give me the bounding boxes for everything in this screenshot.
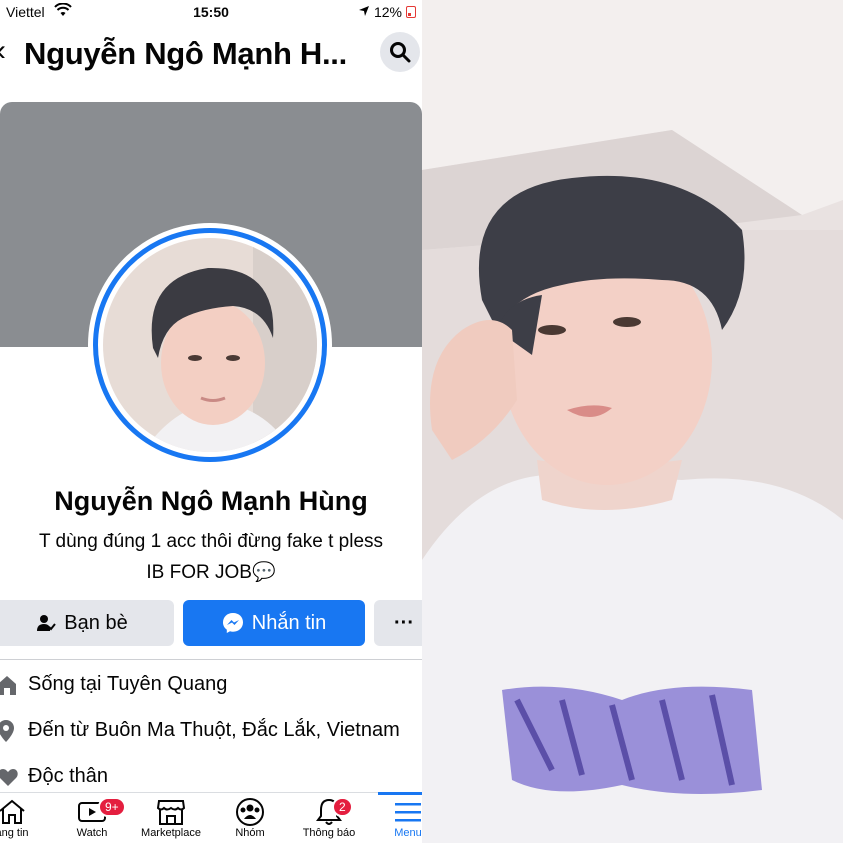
story-ring [93,228,327,462]
groups-icon [236,798,264,826]
battery-icon [406,6,416,18]
message-label: Nhắn tin [251,611,327,634]
tab-marketplace[interactable]: Marketplace [131,797,211,839]
detail-from: Đến từ Buôn Ma Thuột, Đắc Lắk, Vietnam [0,719,400,742]
detail-lives-in: Sống tại Tuyên Quang [0,673,227,696]
tab-news-feed[interactable]: ảng tin [0,797,52,839]
message-button[interactable]: Nhắn tin [183,600,365,646]
tab-label: Menu [394,827,422,839]
tab-watch[interactable]: 9+ Watch [52,797,132,839]
detail-relationship: Độc thân [0,765,108,788]
from-prefix: Đến từ [28,719,90,741]
tab-menu[interactable]: Menu [368,792,422,839]
back-arrow-icon[interactable]: ‹ [0,34,6,68]
profile-photo-large [422,0,843,843]
phone-screen: Viettel 15:50 12% ‹ Nguyễn Ngô Mạnh H... [0,0,422,843]
tab-label: ảng tin [0,827,29,839]
friends-label: Bạn bè [64,611,128,634]
watch-badge: 9+ [98,797,126,817]
from-value[interactable]: Buôn Ma Thuột, Đắc Lắk, Vietnam [95,719,400,742]
heart-icon [0,768,28,786]
profile-picture[interactable] [88,223,332,467]
search-icon [390,42,411,63]
status-bar: Viettel 15:50 12% [0,0,422,24]
friends-button[interactable]: Bạn bè [0,600,174,646]
relationship-value: Độc thân [28,765,109,787]
tab-label: Thông báo [302,827,356,839]
bio-line: IB FOR JOB💬 [146,562,276,583]
profile-bio: T dùng đúng 1 acc thôi đừng fake t pless… [0,526,422,588]
tab-notifications[interactable]: 2 Thông báo [289,797,369,839]
profile-header: ‹ Nguyễn Ngô Mạnh H... [0,28,422,80]
home-icon [0,675,28,695]
more-options-button[interactable]: ··· [374,600,422,646]
marketplace-icon [156,800,186,825]
tab-label: Nhóm [235,827,265,839]
page-title: Nguyễn Ngô Mạnh H... [24,36,347,71]
divider [0,659,422,660]
status-right: 12% [358,4,416,20]
tab-label: Marketplace [141,827,201,839]
location-pin-icon [0,719,28,742]
friend-person-icon [37,615,57,631]
home-icon [0,799,25,824]
more-icon: ··· [394,611,414,634]
menu-icon [395,803,421,822]
location-icon [358,4,370,20]
messenger-icon [222,613,243,633]
tab-groups[interactable]: Nhóm [210,797,290,839]
tab-label: Watch [76,827,108,839]
notifications-badge: 2 [332,797,353,817]
lives-value[interactable]: Tuyên Quang [107,673,227,696]
lives-prefix: Sống tại [28,673,102,695]
profile-name: Nguyễn Ngô Mạnh Hùng [54,486,368,516]
bottom-tab-bar: ảng tin 9+ Watch Marketplace Nhóm 2 Thôn… [0,792,422,843]
battery-percent: 12% [373,4,402,20]
avatar [103,238,317,452]
bio-line: T dùng đúng 1 acc thôi đừng fake t pless [38,531,384,552]
search-button[interactable] [380,32,420,72]
